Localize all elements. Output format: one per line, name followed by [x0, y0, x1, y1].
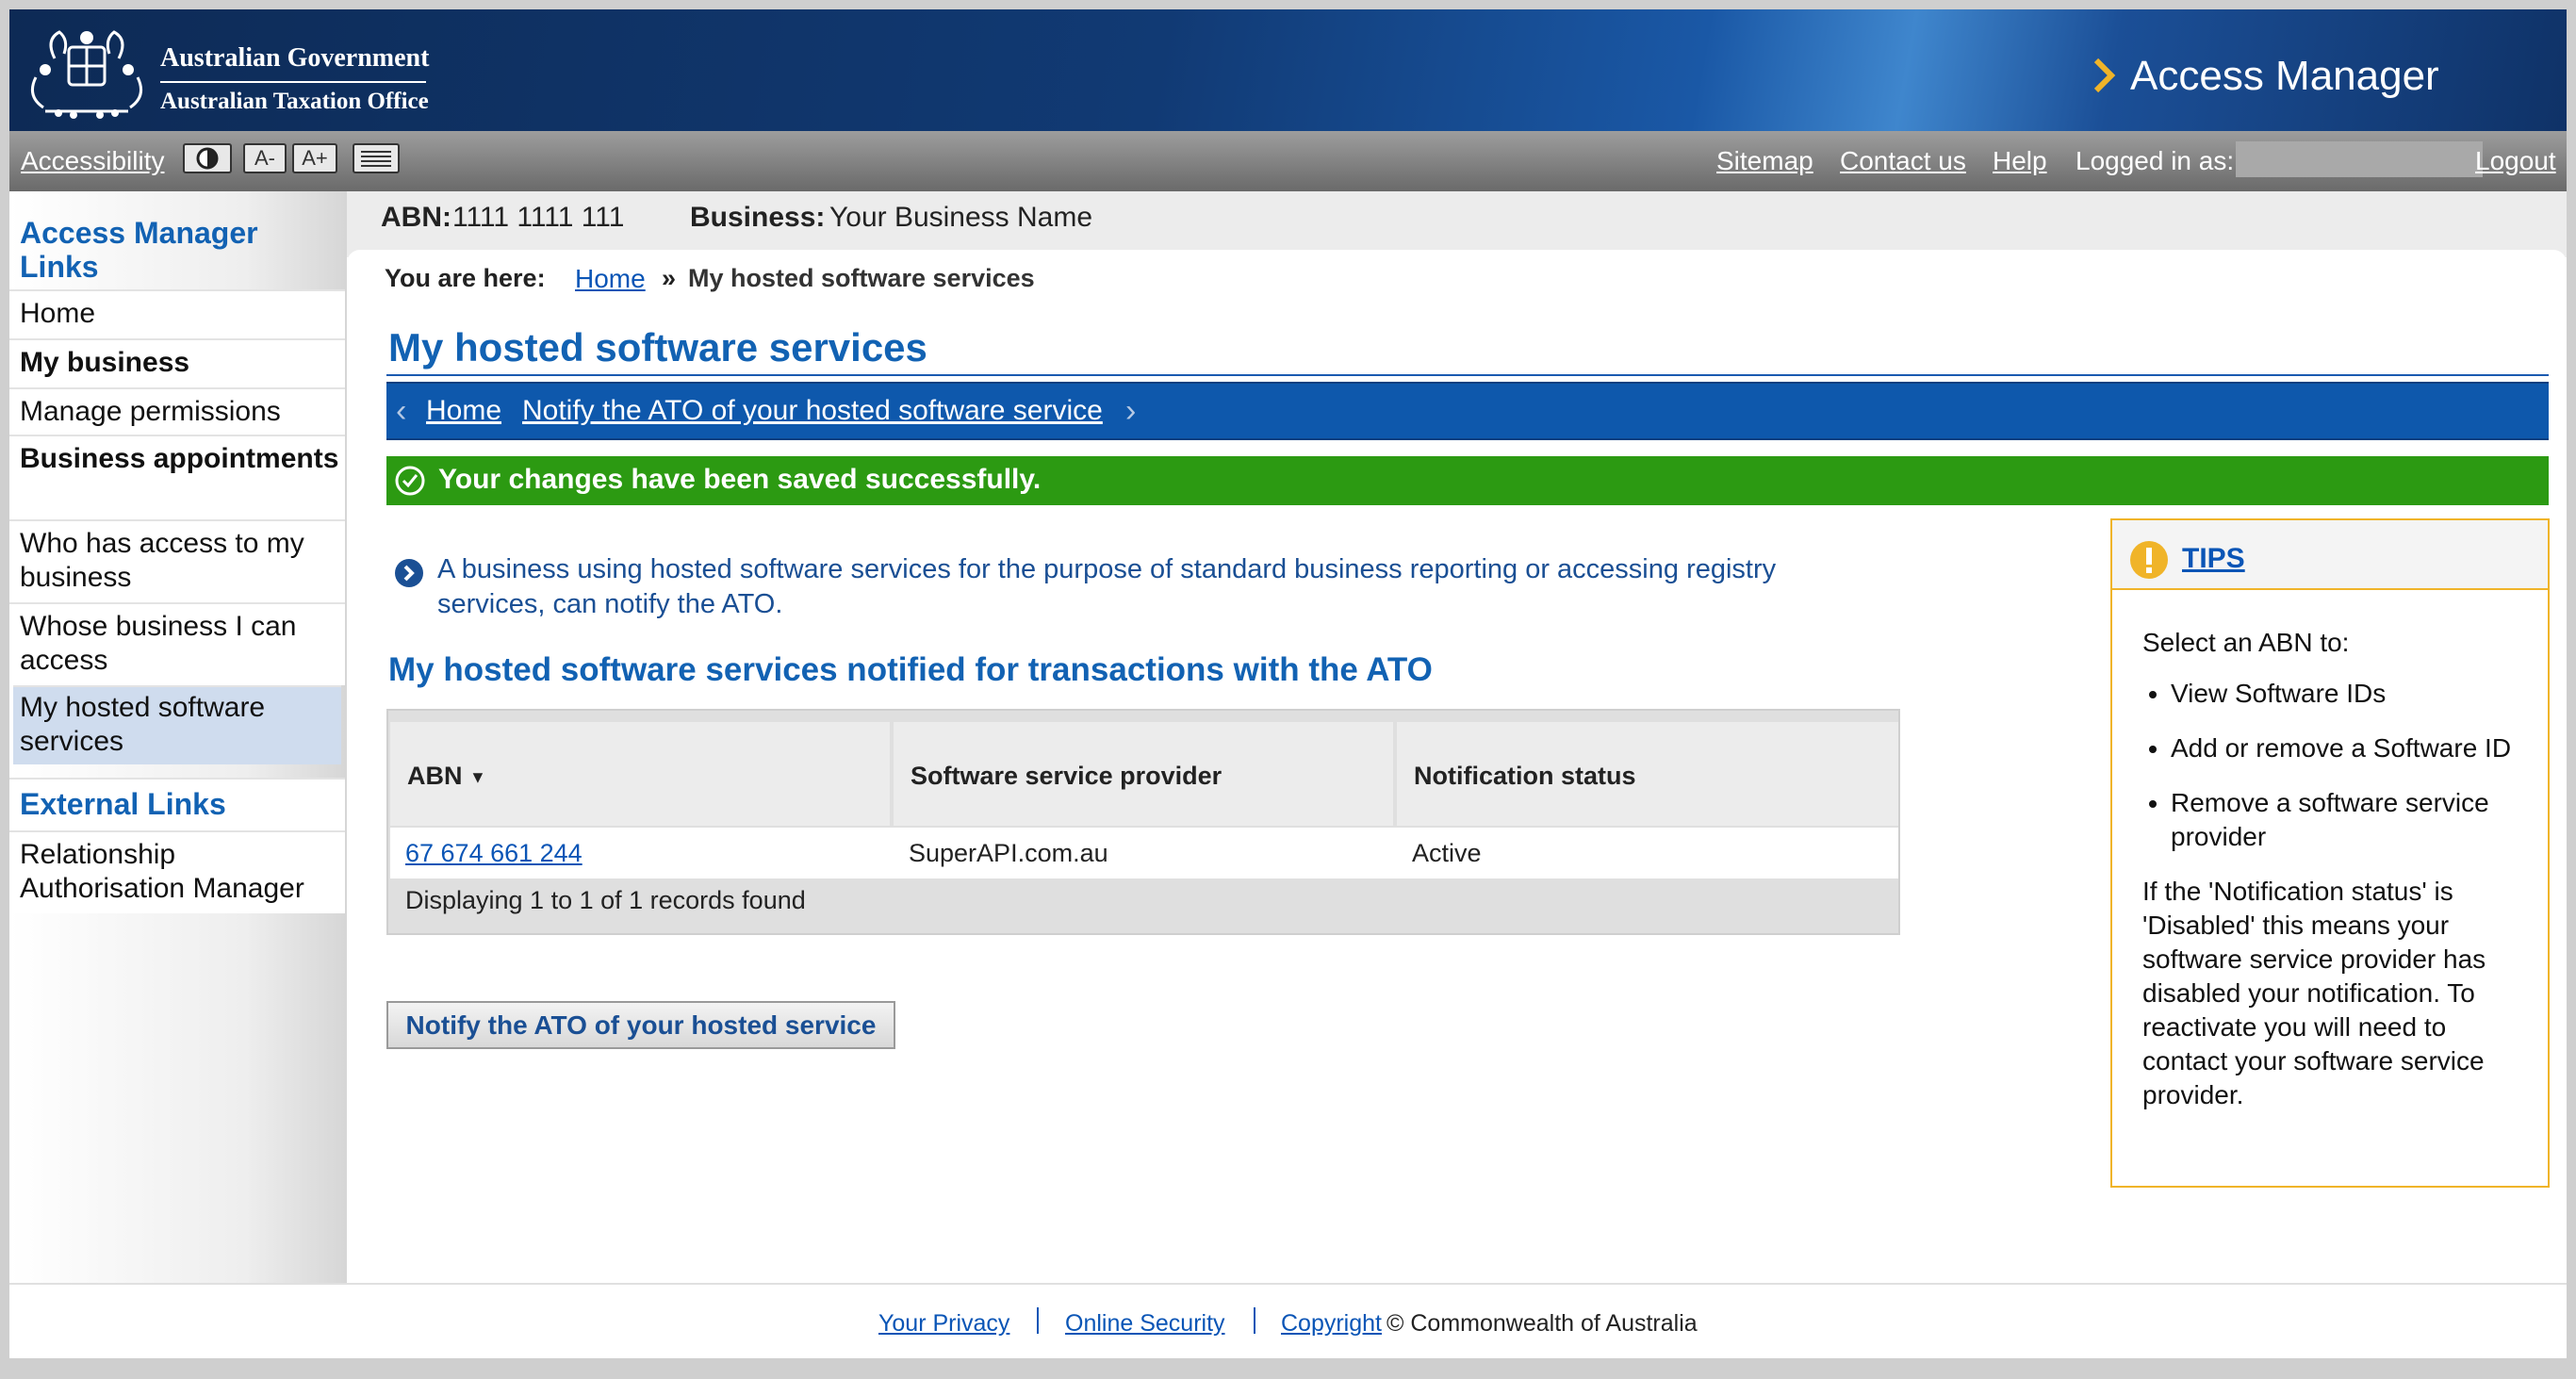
title-divider	[386, 374, 2549, 376]
breadcrumb-current: My hosted software services	[688, 264, 1035, 292]
chevron-right-icon	[2093, 57, 2116, 93]
sidebar-item-whose-business[interactable]: Whose business I can access	[9, 602, 345, 685]
font-increase-button[interactable]: A+	[292, 143, 337, 173]
font-decrease-button[interactable]: A-	[243, 143, 287, 173]
chevron-right-icon: ›	[1125, 393, 1137, 429]
tips-body: Select an ABN to: View Software IDs Add …	[2142, 626, 2529, 1112]
tips-title[interactable]: TIPS	[2182, 543, 2245, 575]
tips-list: View Software IDs Add or remove a Softwa…	[2171, 677, 2529, 854]
sidebar-item-my-business[interactable]: My business	[9, 338, 345, 387]
notify-ato-button[interactable]: Notify the ATO of your hosted service	[386, 1001, 895, 1049]
hosted-services-table: ABN ▼ Software service provider Notifica…	[386, 709, 1900, 935]
print-icon[interactable]	[353, 143, 400, 173]
sidebar-item-home[interactable]: Home	[9, 289, 345, 338]
records-count: Displaying 1 to 1 of 1 records found	[405, 886, 806, 914]
list-item: Remove a software service provider	[2171, 786, 2529, 854]
info-text: A business using hosted software service…	[437, 554, 1777, 619]
business-value: Your Business Name	[829, 202, 1093, 233]
logout-link[interactable]: Logout	[2475, 146, 2556, 176]
column-label: Notification status	[1414, 762, 1636, 790]
accessibility-link[interactable]: Accessibility	[21, 146, 164, 176]
breadcrumb-home-link[interactable]: Home	[575, 264, 646, 294]
sidebar-item-business-appointments[interactable]: Business appointments	[9, 435, 345, 519]
sidebar-external-heading: External Links	[9, 778, 345, 830]
page-title: My hosted software services	[388, 325, 927, 369]
sidebar-heading: Access Manager Links	[20, 216, 258, 284]
sort-down-icon: ▼	[469, 767, 486, 787]
business-label: Business:	[690, 202, 826, 233]
sidebar-item-manage-permissions[interactable]: Manage permissions	[9, 387, 345, 435]
section-heading: My hosted software services notified for…	[388, 651, 1433, 688]
tips-panel: TIPS Select an ABN to: View Software IDs…	[2110, 518, 2550, 1188]
sidebar-item-hosted-software[interactable]: My hosted software services	[13, 685, 341, 764]
abn-label: ABN:	[381, 202, 451, 233]
site-footer: Your Privacy Online Security Copyright ©…	[9, 1283, 2567, 1358]
footer-divider	[1037, 1307, 1039, 1334]
column-header-status: Notification status	[1397, 722, 1898, 826]
coat-of-arms-icon	[30, 30, 143, 119]
gov-name: Australian Government	[160, 43, 430, 73]
utility-toolbar: Accessibility A- A+ Sitemap Contact us H…	[9, 131, 2567, 191]
provider-cell: SuperAPI.com.au	[909, 839, 1108, 867]
exclamation-icon	[2130, 541, 2168, 579]
site-header: Australian Government Australian Taxatio…	[9, 9, 2567, 131]
app-title: Access Manager	[2130, 53, 2439, 99]
logged-in-label: Logged in as:	[2076, 146, 2235, 175]
column-header-provider: Software service provider	[894, 722, 1393, 826]
tips-note: If the 'Notification status' is 'Disable…	[2142, 877, 2486, 1109]
online-security-link[interactable]: Online Security	[1065, 1310, 1225, 1338]
copyright-link[interactable]: Copyright	[1281, 1310, 1382, 1338]
subnav-home-link[interactable]: Home	[426, 395, 501, 427]
tips-intro: Select an ABN to:	[2142, 628, 2350, 657]
gov-divider	[160, 81, 426, 83]
logged-in-user	[2236, 141, 2483, 177]
subnav-notify-link[interactable]: Notify the ATO of your hosted software s…	[522, 395, 1103, 427]
sidebar-item-ram[interactable]: Relationship Authorisation Manager	[9, 830, 345, 913]
sub-navigation: ‹ Home Notify the ATO of your hosted sof…	[386, 382, 2549, 440]
arrow-circle-icon	[395, 559, 423, 587]
privacy-link[interactable]: Your Privacy	[878, 1310, 1009, 1338]
abn-link[interactable]: 67 674 661 244	[405, 839, 582, 867]
breadcrumb-separator: »	[662, 264, 677, 292]
abn-value: 1111 1111 111	[452, 202, 625, 233]
sidebar-item-who-has-access[interactable]: Who has access to my business	[9, 519, 345, 602]
checkmark-circle-icon	[395, 466, 425, 496]
sitemap-link[interactable]: Sitemap	[1716, 146, 1813, 176]
business-context-bar: ABN: 1111 1111 111 Business: Your Busine…	[347, 191, 2567, 257]
footer-divider	[1254, 1307, 1255, 1334]
contact-us-link[interactable]: Contact us	[1840, 146, 1966, 176]
tips-header: TIPS	[2112, 520, 2548, 590]
app-window: Australian Government Australian Taxatio…	[9, 9, 2567, 1358]
success-text: Your changes have been saved successfull…	[438, 464, 1042, 495]
column-label: ABN	[407, 762, 463, 790]
agency-name: Australian Taxation Office	[160, 89, 429, 114]
list-item: Add or remove a Software ID	[2171, 731, 2529, 765]
contrast-icon[interactable]	[183, 143, 232, 173]
status-cell: Active	[1412, 839, 1482, 867]
table-row: 67 674 661 244 SuperAPI.com.au Active	[390, 828, 1898, 878]
copyright-text: © Commonwealth of Australia	[1386, 1310, 1698, 1337]
column-label: Software service provider	[911, 762, 1222, 790]
breadcrumb-label: You are here:	[385, 264, 546, 292]
success-message: Your changes have been saved successfull…	[386, 456, 2549, 505]
list-item: View Software IDs	[2171, 677, 2529, 711]
help-link[interactable]: Help	[1993, 146, 2047, 176]
chevron-left-icon: ‹	[396, 393, 407, 429]
column-header-abn[interactable]: ABN ▼	[390, 722, 890, 826]
sidebar: Access Manager Links Home My business Ma…	[9, 191, 347, 1283]
